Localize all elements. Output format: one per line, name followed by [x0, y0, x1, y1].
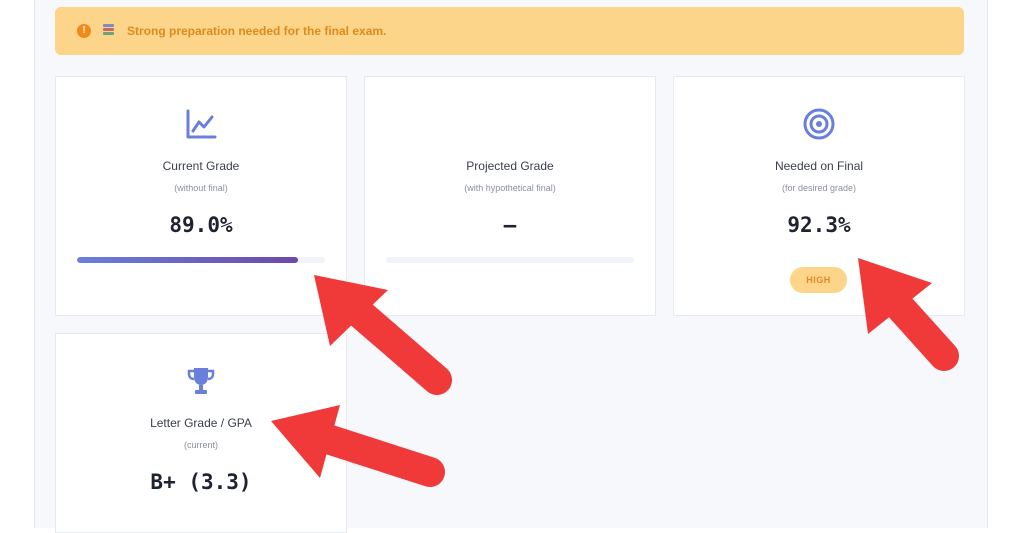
- letter-grade-title: Letter Grade / GPA: [150, 416, 252, 430]
- exam-alert-banner: ! Strong preparation needed for the fina…: [55, 7, 964, 55]
- current-grade-title: Current Grade: [162, 159, 240, 173]
- projected-grade-progress-track: [386, 257, 634, 263]
- trophy-icon: [187, 368, 215, 394]
- current-grade-value: 89.0%: [169, 213, 233, 237]
- current-grade-progress-fill: [77, 257, 298, 263]
- chart-line-icon: [186, 109, 217, 139]
- needed-on-final-subtitle: (for desired grade): [781, 183, 857, 193]
- current-grade-progress-track: [77, 257, 325, 263]
- warning-icon: !: [77, 24, 91, 38]
- alert-message: Strong preparation needed for the final …: [127, 24, 387, 38]
- projected-grade-title: Projected Grade: [466, 159, 554, 173]
- letter-grade-subtitle: (current): [183, 440, 218, 450]
- letter-grade-card: Letter Grade / GPA (current) B+ (3.3): [55, 333, 347, 533]
- projected-grade-value: –: [503, 213, 517, 237]
- letter-grade-value: B+ (3.3): [150, 470, 252, 494]
- needed-on-final-card: Needed on Final (for desired grade) 92.3…: [673, 76, 965, 316]
- books-icon: [103, 24, 115, 38]
- projected-grade-subtitle: (with hypothetical final): [464, 183, 556, 193]
- difficulty-badge: HIGH: [790, 267, 847, 293]
- needed-on-final-title: Needed on Final: [774, 159, 864, 173]
- current-grade-subtitle: (without final): [174, 183, 228, 193]
- needed-on-final-value: 92.3%: [787, 213, 851, 237]
- projected-grade-card: Projected Grade (with hypothetical final…: [364, 76, 656, 316]
- target-icon: [803, 108, 835, 140]
- current-grade-card: Current Grade (without final) 89.0%: [55, 76, 347, 316]
